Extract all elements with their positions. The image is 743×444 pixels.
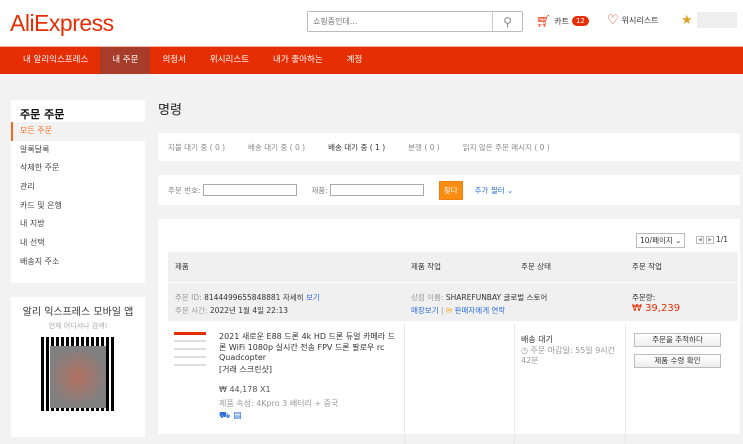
- order-time-label: 주문 시간:: [175, 306, 208, 315]
- mail-icon: ✉: [445, 306, 453, 315]
- tab-awaiting-payment[interactable]: 지불 대기 중 ( 0 ): [168, 142, 225, 153]
- next-page-button[interactable]: ▶: [706, 235, 714, 244]
- heart-icon: ♡: [607, 13, 619, 28]
- clock-icon: ◷: [521, 346, 528, 355]
- order-number-input[interactable]: [202, 184, 297, 196]
- nav-my-orders[interactable]: 내 주문: [100, 47, 151, 74]
- order-status: 배송 대기: [521, 335, 553, 344]
- product-title-link[interactable]: 2021 새로운 E88 드론 4k HD 드론 듀얼 카메라 드론 WiFi …: [219, 332, 399, 364]
- cart-count-badge: 12: [571, 16, 589, 26]
- search-button[interactable]: ⚲: [492, 12, 522, 31]
- sidebar-item-all-orders[interactable]: 모든 주문: [11, 122, 145, 141]
- cart-icon: 🛒︎: [536, 14, 552, 28]
- tab-awaiting-shipment[interactable]: 배송 대기 중 ( 0 ): [248, 142, 305, 153]
- page-indicator: 1/1: [716, 235, 729, 244]
- sidebar-item-5[interactable]: 내 지방: [11, 215, 145, 234]
- header: AliExpress ⚲ 🛒︎ 카트 12 ♡ 위시리스트 ★: [0, 0, 743, 46]
- nav-wishlist[interactable]: 위시리스트: [198, 47, 261, 74]
- aliexpress-logo[interactable]: AliExpress: [10, 10, 114, 37]
- delivery-icon[interactable]: ⛟ ▤: [219, 411, 242, 422]
- more-filters-link[interactable]: 추가 필터 ⌄: [475, 185, 514, 196]
- search-input[interactable]: [308, 12, 493, 31]
- search-icon: ⚲: [503, 14, 512, 29]
- product-thumbnail[interactable]: [174, 332, 206, 372]
- sidebar-title: 주문 주문: [20, 108, 65, 121]
- sidebar-item-manage[interactable]: 관리: [11, 178, 145, 197]
- find-button[interactable]: 찾다: [438, 180, 463, 200]
- pagination: ◀ ▶ 1/1: [696, 235, 728, 244]
- chevron-down-icon: ⌄: [675, 236, 682, 245]
- details-text: 자세히: [282, 293, 304, 302]
- sidebar-item-1[interactable]: 알록달록: [11, 141, 145, 160]
- main-nav: 내 알리익스프레스 내 주문 의정서 위시리스트 내가 좋아하는 계정: [0, 46, 743, 74]
- transaction-snapshot-link[interactable]: [거래 스크린샷]: [219, 364, 272, 375]
- view-store-link[interactable]: 매장보기: [411, 306, 439, 315]
- product-label: 제품:: [311, 185, 328, 195]
- column-order-action: 주문 작업: [632, 262, 662, 271]
- confirm-receipt-button[interactable]: 제품 수령 확인: [634, 354, 721, 368]
- nav-account[interactable]: 계정: [335, 47, 375, 74]
- order-status-tabs: 지불 대기 중 ( 0 ) 배송 대기 중 ( 0 ) 배송 대기 중 ( 1 …: [158, 133, 740, 161]
- order-info-row: 주문 ID: 8144499655848881 자세히 보기 주문 시간: 20…: [168, 283, 738, 321]
- wishlist-label: 위시리스트: [621, 16, 659, 25]
- per-page-value: 10/페이지: [640, 236, 673, 245]
- product-attributes: 제품 속성: 4Kpro 3 배터리 + 중국: [219, 399, 339, 408]
- sidebar-item-deleted-orders[interactable]: 삭제한 주문: [11, 159, 145, 178]
- store-name-label: 상점 이름:: [411, 293, 444, 302]
- order-time: 2022년 1월 4일 22:13: [209, 306, 289, 315]
- product-row: 2021 새로운 E88 드론 4k HD 드론 듀얼 카메라 드론 WiFi …: [168, 324, 738, 444]
- order-amount: ₩ 39,239: [632, 303, 681, 314]
- column-order-status: 주문 상태: [521, 262, 551, 271]
- page-title: 명령: [158, 103, 182, 118]
- order-amount-label: 주문량:: [632, 293, 656, 302]
- tab-awaiting-delivery[interactable]: 배송 대기 중 ( 1 ): [328, 142, 385, 153]
- sidebar-item-shipping-address[interactable]: 배송지 주소: [11, 253, 145, 272]
- tab-unread-messages[interactable]: 읽지 않은 주문 메시지 ( 0 ): [463, 142, 550, 153]
- track-order-button[interactable]: 주문을 추적하다: [634, 333, 721, 347]
- nav-disputes[interactable]: 의정서: [150, 47, 197, 74]
- prev-page-button[interactable]: ◀: [696, 235, 704, 244]
- more-filters-label: 추가 필터: [474, 185, 505, 195]
- cart-label: 카트: [554, 16, 569, 26]
- qr-code: [41, 337, 115, 411]
- product-price: ₩ 44,178 X1: [219, 385, 271, 394]
- nav-my-aliexpress[interactable]: 내 알리익스프레스: [11, 47, 100, 74]
- cart-link[interactable]: 🛒︎ 카트 12: [536, 14, 589, 28]
- user-avatar-icon[interactable]: ★: [681, 13, 693, 28]
- mobile-app-title: 알리 익스프레스 모바일 앱: [22, 307, 134, 318]
- table-header: 제품 제품 작업 주문 상태 주문 작업: [168, 252, 738, 282]
- order-filter: 주문 번호: 제품: 찾다 추가 필터 ⌄: [158, 175, 740, 205]
- view-details-link[interactable]: 보기: [306, 293, 320, 302]
- order-deadline: 주문 마감일: 55일 9시간 42분: [521, 346, 616, 365]
- sidebar-item-cards[interactable]: 카드 및 은행: [11, 197, 145, 216]
- username-blurred[interactable]: [697, 12, 737, 28]
- mobile-app-subtitle: 언제 어디서나 검색!: [48, 322, 108, 330]
- sidebar-item-6[interactable]: 내 선택: [11, 234, 145, 253]
- product-input[interactable]: [329, 184, 424, 196]
- nav-favorites[interactable]: 내가 좋아하는: [261, 47, 335, 74]
- sidebar: 주문 주문 모든 주문 알록달록 삭제한 주문 관리 카드 및 은행 내 지방 …: [11, 100, 145, 283]
- order-id: 8144499655848881: [204, 293, 281, 302]
- chevron-down-icon: ⌄: [507, 185, 514, 195]
- order-id-label: 주문 ID:: [175, 293, 202, 302]
- search-box: ⚲: [307, 11, 523, 32]
- tab-disputes[interactable]: 분쟁 ( 0 ): [408, 142, 440, 153]
- store-name: SHAREFUNBAY 글로벌 스토어: [445, 293, 548, 302]
- column-product: 제품: [175, 262, 189, 271]
- order-number-label: 주문 번호:: [168, 185, 201, 195]
- mobile-app-promo: 알리 익스프레스 모바일 앱 언제 어디서나 검색!: [11, 297, 145, 437]
- per-page-select[interactable]: 10/페이지 ⌄: [636, 233, 685, 248]
- contact-seller-link[interactable]: 판매자에게 연락: [455, 306, 506, 315]
- column-product-action: 제품 작업: [411, 262, 441, 271]
- orders-panel: 10/페이지 ⌄ ◀ ▶ 1/1 제품 제품 작업 주문 상태 주문 작업 주문…: [158, 219, 740, 444]
- wishlist-link[interactable]: ♡ 위시리스트: [607, 13, 658, 28]
